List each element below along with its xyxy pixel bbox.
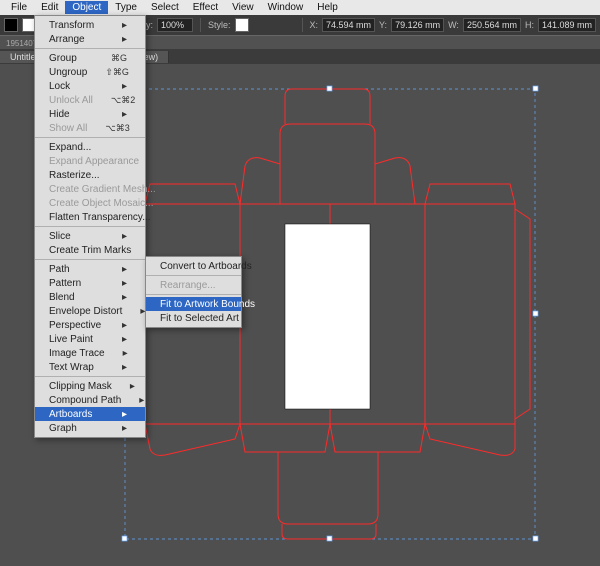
- object-menu-create-object-mosaic: Create Object Mosaic...: [35, 196, 145, 210]
- chevron-right-icon: ▸: [112, 381, 135, 392]
- object-menu-lock[interactable]: Lock▸: [35, 79, 145, 93]
- object-menu-graph[interactable]: Graph▸: [35, 421, 145, 435]
- chevron-right-icon: ▸: [104, 20, 127, 31]
- chevron-right-icon: ▸: [104, 334, 127, 345]
- menu-help[interactable]: Help: [310, 1, 345, 14]
- chevron-right-icon: ▸: [121, 395, 144, 406]
- object-menu-create-gradient-mesh: Create Gradient Mesh...: [35, 182, 145, 196]
- artboards-submenu-fit-to-artwork-bounds[interactable]: Fit to Artwork Bounds: [146, 297, 241, 311]
- artboards-submenu-fit-to-selected-art[interactable]: Fit to Selected Art: [146, 311, 241, 325]
- chevron-right-icon: ▸: [104, 264, 127, 275]
- object-menu-transform[interactable]: Transform▸: [35, 18, 145, 32]
- chevron-right-icon: ▸: [104, 409, 127, 420]
- menu-object[interactable]: Object: [65, 1, 108, 14]
- object-menu-flatten-transparency[interactable]: Flatten Transparency...: [35, 210, 145, 224]
- object-menu-rasterize[interactable]: Rasterize...: [35, 168, 145, 182]
- style-swatch[interactable]: [235, 18, 249, 32]
- menu-select[interactable]: Select: [144, 1, 186, 14]
- menu-view[interactable]: View: [225, 1, 261, 14]
- chevron-right-icon: ▸: [104, 423, 127, 434]
- chevron-right-icon: ▸: [104, 231, 127, 242]
- chevron-right-icon: ▸: [104, 278, 127, 289]
- chevron-right-icon: ▸: [104, 320, 127, 331]
- w-label: W:: [448, 20, 459, 30]
- object-menu-unlock-all: Unlock All⌥⌘2: [35, 93, 145, 107]
- opacity-field[interactable]: 100%: [157, 18, 193, 32]
- object-menu-pattern[interactable]: Pattern▸: [35, 276, 145, 290]
- chevron-right-icon: ▸: [122, 306, 145, 317]
- object-menu-expand[interactable]: Expand...: [35, 140, 145, 154]
- object-menu-arrange[interactable]: Arrange▸: [35, 32, 145, 46]
- h-label: H:: [525, 20, 534, 30]
- menu-type[interactable]: Type: [108, 1, 144, 14]
- y-label: Y:: [379, 20, 387, 30]
- object-menu-artboards[interactable]: Artboards▸: [35, 407, 145, 421]
- object-menu-live-paint[interactable]: Live Paint▸: [35, 332, 145, 346]
- object-menu-create-trim-marks[interactable]: Create Trim Marks: [35, 243, 145, 257]
- menu-effect[interactable]: Effect: [186, 1, 225, 14]
- object-menu-perspective[interactable]: Perspective▸: [35, 318, 145, 332]
- artboards-submenu-convert-to-artboards[interactable]: Convert to Artboards: [146, 259, 241, 273]
- object-menu-clipping-mask[interactable]: Clipping Mask▸: [35, 379, 145, 393]
- artboards-submenu[interactable]: Convert to Artboards Rearrange... Fit to A…: [145, 256, 242, 328]
- object-menu-envelope-distort[interactable]: Envelope Distort▸: [35, 304, 145, 318]
- object-menu-path[interactable]: Path▸: [35, 262, 145, 276]
- x-field[interactable]: 74.594 mm: [322, 18, 375, 32]
- object-menu-slice[interactable]: Slice▸: [35, 229, 145, 243]
- style-label: Style:: [208, 20, 231, 30]
- object-menu-ungroup[interactable]: Ungroup⇧⌘G: [35, 65, 145, 79]
- chevron-right-icon: ▸: [104, 362, 127, 373]
- menu-edit[interactable]: Edit: [34, 1, 65, 14]
- w-field[interactable]: 250.564 mm: [463, 18, 521, 32]
- object-menu-image-trace[interactable]: Image Trace▸: [35, 346, 145, 360]
- y-field[interactable]: 79.126 mm: [391, 18, 444, 32]
- object-menu-show-all: Show All⌥⌘3: [35, 121, 145, 135]
- object-menu[interactable]: Transform▸Arrange▸ Group⌘GUngroup⇧⌘GLock▸…: [34, 15, 146, 438]
- fill-swatch[interactable]: [4, 18, 18, 32]
- chevron-right-icon: ▸: [104, 34, 127, 45]
- x-label: X:: [310, 20, 319, 30]
- object-menu-compound-path[interactable]: Compound Path▸: [35, 393, 145, 407]
- h-field[interactable]: 141.089 mm: [538, 18, 596, 32]
- object-menu-blend[interactable]: Blend▸: [35, 290, 145, 304]
- chevron-right-icon: ▸: [105, 348, 128, 359]
- menubar: FileEditObjectTypeSelectEffectViewWindow…: [0, 0, 600, 15]
- artboards-submenu-rearrange: Rearrange...: [146, 278, 241, 292]
- menu-file[interactable]: File: [4, 1, 34, 14]
- object-menu-expand-appearance: Expand Appearance: [35, 154, 145, 168]
- object-menu-text-wrap[interactable]: Text Wrap▸: [35, 360, 145, 374]
- menu-window[interactable]: Window: [261, 1, 311, 14]
- chevron-right-icon: ▸: [104, 109, 127, 120]
- object-menu-hide[interactable]: Hide▸: [35, 107, 145, 121]
- object-menu-group[interactable]: Group⌘G: [35, 51, 145, 65]
- chevron-right-icon: ▸: [104, 292, 127, 303]
- chevron-right-icon: ▸: [104, 81, 127, 92]
